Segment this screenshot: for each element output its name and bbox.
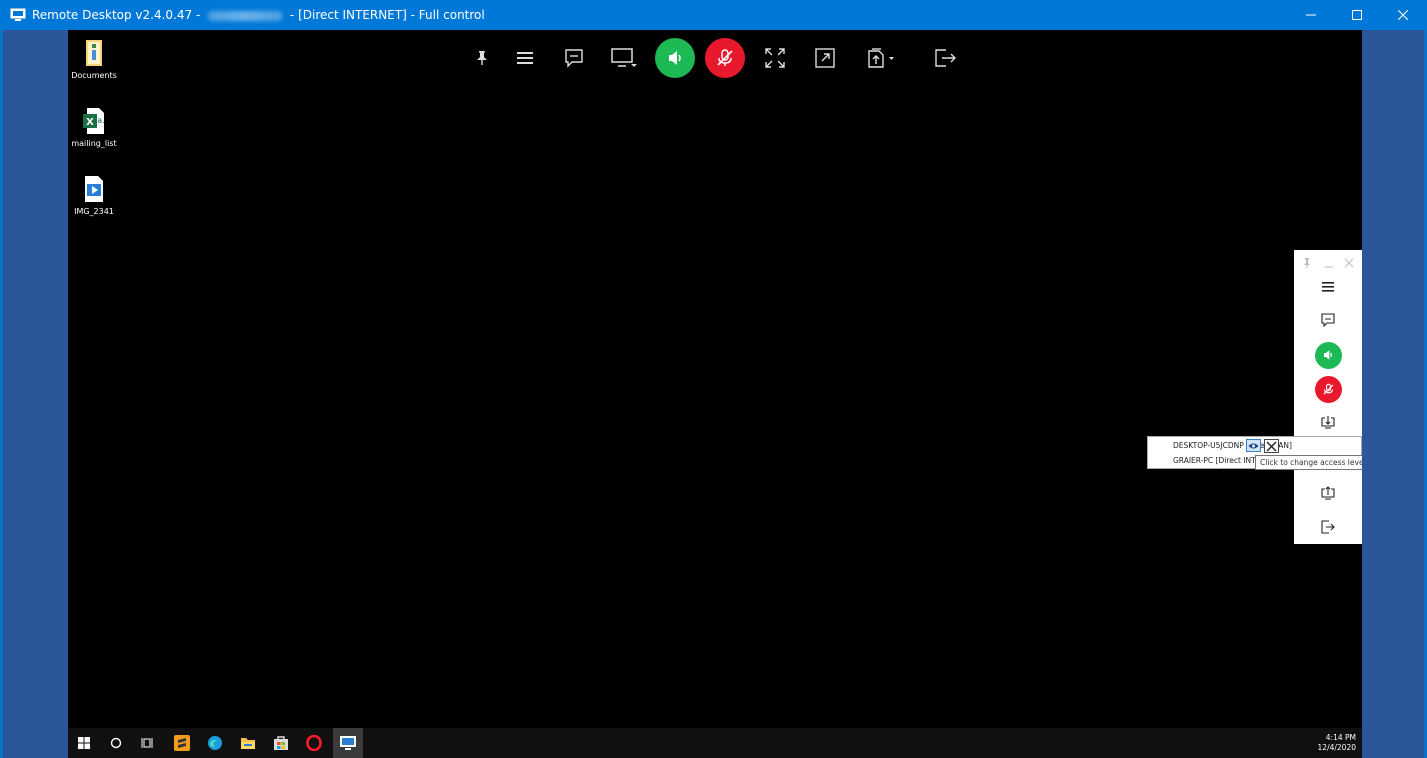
video-file-icon [79, 174, 109, 204]
opera-browser-icon[interactable] [304, 733, 324, 753]
session-toolbar [68, 30, 1362, 86]
access-level-tooltip: Click to change access level [1255, 455, 1362, 470]
title-bar[interactable]: Remote Desktop v2.4.0.47 - - [Direct INT… [0, 0, 1427, 30]
connection-row[interactable]: GRAIER-PC [Direct INTE [1173, 456, 1260, 465]
panel-chat-icon[interactable] [1294, 311, 1362, 329]
desktop-icon-label: Documents [71, 71, 117, 80]
svg-text:X: X [86, 117, 94, 128]
clock-time: 4:14 PM [1325, 733, 1356, 742]
panel-close-icon[interactable] [1344, 254, 1354, 273]
remote-screen[interactable]: Documents Xa. mailing_list IMG_2341 DESK… [68, 30, 1362, 758]
panel-speaker-on-icon[interactable] [1294, 341, 1362, 369]
panel-minimize-icon[interactable] [1324, 254, 1334, 273]
file-explorer-icon[interactable] [238, 733, 258, 753]
task-view-icon[interactable] [138, 733, 158, 753]
minimize-button[interactable] [1288, 0, 1334, 30]
excel-icon: Xa. [79, 106, 109, 136]
chat-icon[interactable] [554, 38, 594, 78]
monitor-icon[interactable] [604, 38, 644, 78]
close-button[interactable] [1380, 0, 1426, 30]
panel-disconnect-icon[interactable] [1294, 518, 1362, 536]
folder-icon [79, 38, 109, 68]
sublime-text-icon[interactable] [172, 733, 192, 753]
desktop-icon-label: mailing_list [71, 139, 117, 148]
desktop-icon-documents[interactable]: Documents [68, 38, 124, 81]
open-window-icon[interactable] [805, 38, 845, 78]
app-icon [10, 7, 26, 21]
blurred-computer-name [208, 10, 283, 21]
speaker-on-icon[interactable] [655, 38, 695, 78]
maximize-button[interactable] [1334, 0, 1380, 30]
svg-text:a.: a. [97, 116, 104, 125]
panel-share-screen-icon[interactable] [1294, 413, 1362, 431]
panel-menu-icon[interactable] [1294, 278, 1362, 296]
panel-mic-off-icon[interactable] [1294, 375, 1362, 403]
mic-off-icon[interactable] [705, 38, 745, 78]
desktop-icon-label: IMG_2341 [74, 207, 114, 216]
desktop-icon-img[interactable]: IMG_2341 [68, 174, 124, 217]
taskbar: 4:14 PM 12/4/2020 [68, 728, 1362, 758]
remote-desktop-window: Remote Desktop v2.4.0.47 - - [Direct INT… [0, 0, 1427, 758]
clock-date: 12/4/2020 [1317, 743, 1356, 752]
panel-share-screen-icon-2[interactable] [1294, 484, 1362, 502]
disconnect-icon[interactable] [925, 38, 965, 78]
store-icon[interactable] [271, 733, 291, 753]
disconnect-user-close-icon[interactable] [1264, 439, 1279, 453]
edge-browser-icon[interactable] [205, 733, 225, 753]
windows-start-icon[interactable] [74, 733, 94, 753]
window-title: Remote Desktop v2.4.0.47 - - [Direct INT… [32, 8, 485, 22]
panel-pin-icon[interactable] [1302, 254, 1312, 273]
menu-icon[interactable] [505, 38, 545, 78]
remote-desktop-taskbar-icon[interactable] [333, 728, 363, 758]
fullscreen-icon[interactable] [755, 38, 795, 78]
floating-control-panel [1294, 250, 1362, 544]
access-level-eye-icon[interactable] [1246, 439, 1261, 452]
file-transfer-icon[interactable] [860, 38, 900, 78]
system-clock[interactable]: 4:14 PM 12/4/2020 [1318, 733, 1356, 753]
search-circle-icon[interactable] [106, 733, 126, 753]
pin-icon[interactable] [462, 38, 502, 78]
desktop-icon-mailing-list[interactable]: Xa. mailing_list [68, 106, 124, 149]
